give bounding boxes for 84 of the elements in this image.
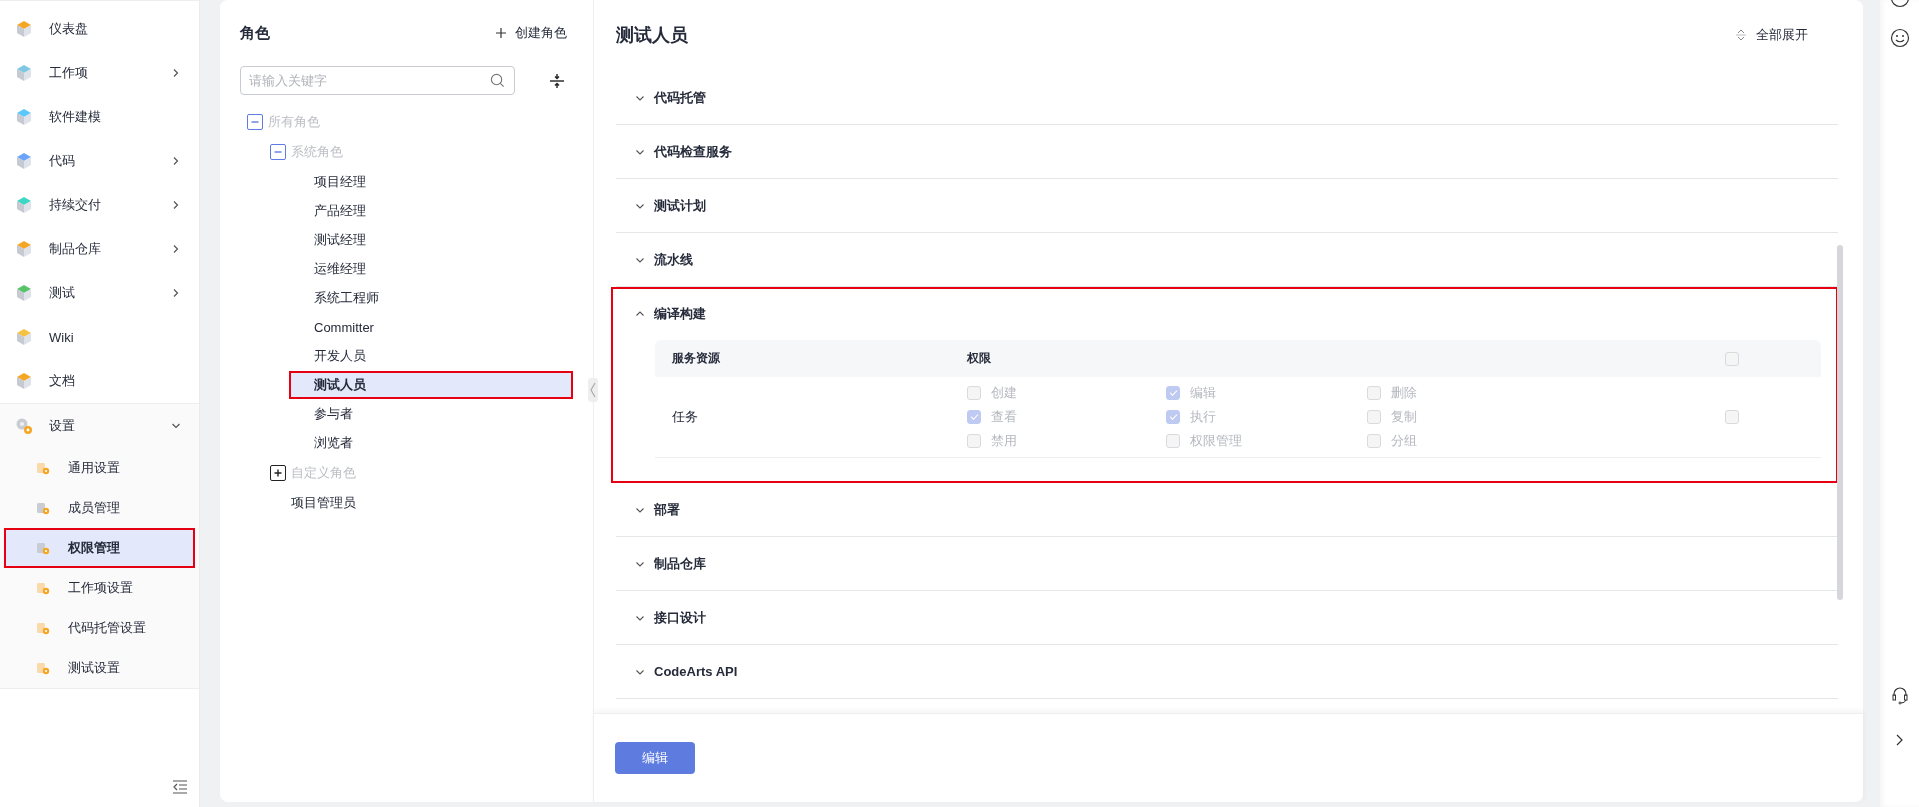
tree-item[interactable]: 产品经理 [289,197,573,225]
module-icon [14,371,34,391]
module-icon [14,151,34,171]
edit-button[interactable]: 编辑 [615,742,695,774]
search-icon[interactable] [490,73,505,88]
document-gear-icon [35,540,51,556]
section-header[interactable]: 部署 [616,483,1838,536]
document-gear-icon [35,500,51,516]
chevron-right-icon[interactable] [1894,733,1905,747]
checkbox-label: 分组 [1391,432,1417,450]
nav-subitem[interactable]: 通用设置 [4,448,195,488]
module-icon [14,63,34,83]
expand-arrows-icon [1736,27,1746,42]
plus-icon [495,27,507,39]
collapse-icon[interactable] [270,144,286,160]
collapse-icon[interactable] [247,114,263,130]
smiley-icon[interactable] [1889,28,1910,48]
tree-item[interactable]: 测试经理 [289,226,573,254]
column-header: 服务资源 [671,350,721,367]
checkbox-label: 编辑 [1190,384,1216,402]
document-gear-icon [35,620,51,636]
tree-item[interactable]: Committer [289,313,573,341]
section-header[interactable]: CodeArts API [616,645,1838,698]
document-gear-icon [35,580,51,596]
tree-item[interactable]: 浏览者 [289,429,573,457]
section-header[interactable]: 编译构建 [616,287,1838,340]
tree-item[interactable]: 开发人员 [289,342,573,370]
panel-toggle-handle[interactable] [588,378,598,402]
tree-item[interactable]: 项目管理员 [266,489,550,517]
search-field[interactable]: 请输入关键字 [240,66,515,95]
section-header[interactable]: 测试计划 [616,179,1838,232]
expand-icon[interactable] [270,465,286,481]
nav-item[interactable]: Wiki [0,315,199,359]
checkbox-label: 查看 [991,408,1017,426]
role-title: 测试人员 [616,23,688,47]
create-role-button[interactable]: 创建角色 [495,24,567,42]
module-icon [14,107,34,127]
checkbox-label: 复制 [1391,408,1417,426]
section-header[interactable]: 流水线 [616,233,1838,286]
nav-item[interactable]: 测试 [0,271,199,315]
column-header: 权限 [967,350,992,367]
nav-item[interactable]: 代码 [0,139,199,183]
headset-icon[interactable] [1889,685,1910,705]
document-gear-icon [35,460,51,476]
tree-item[interactable]: 项目经理 [289,168,573,196]
section-header[interactable]: 代码托管 [616,71,1838,124]
nav-subitem[interactable]: 权限管理 [4,528,195,568]
tree-item[interactable]: 参与者 [289,400,573,428]
document-gear-icon [35,660,51,676]
nav-item[interactable]: 持续交付 [0,183,199,227]
checkbox-label: 禁用 [991,432,1017,450]
collapse-sidebar-icon[interactable] [172,780,188,794]
module-icon [14,327,34,347]
checkbox-label: 创建 [991,384,1017,402]
nav-item[interactable]: 工作项 [0,51,199,95]
module-icon [14,283,34,303]
checkbox-label: 删除 [1391,384,1417,402]
nav-item[interactable]: 文档 [0,359,199,403]
checkbox-label: 执行 [1190,408,1216,426]
nav-subitem[interactable]: 工作项设置 [4,568,195,608]
module-icon [14,195,34,215]
nav-item[interactable]: 软件建模 [0,95,199,139]
nav-item[interactable]: 制品仓库 [0,227,199,271]
expand-all-button[interactable]: 全部展开 [1736,25,1808,44]
tree-item[interactable]: 运维经理 [289,255,573,283]
section-header[interactable]: 接口设计 [616,591,1838,644]
panel-title: 角色 [240,23,270,43]
section-header[interactable]: 代码检查服务 [616,125,1838,178]
nav-subitem[interactable]: 成员管理 [4,488,195,528]
tree-item[interactable]: 系统工程师 [289,284,573,312]
table-cell-text: 任务 [671,408,699,426]
checkbox-label: 权限管理 [1190,432,1242,450]
nav-item[interactable]: 仪表盘 [0,7,199,51]
nav-subitem[interactable]: 代码托管设置 [4,608,195,648]
gear-icon [14,416,34,436]
module-icon [14,239,34,259]
nav-subitem[interactable]: 测试设置 [4,648,195,688]
chevron-left-icon [589,380,597,400]
section-header[interactable]: 制品仓库 [616,537,1838,590]
collapse-all-icon[interactable] [549,72,565,89]
nav-item[interactable]: 设置 [0,404,199,448]
module-icon [14,19,34,39]
scrollbar[interactable] [1837,245,1843,600]
tree-item[interactable]: 测试人员 [289,371,573,399]
